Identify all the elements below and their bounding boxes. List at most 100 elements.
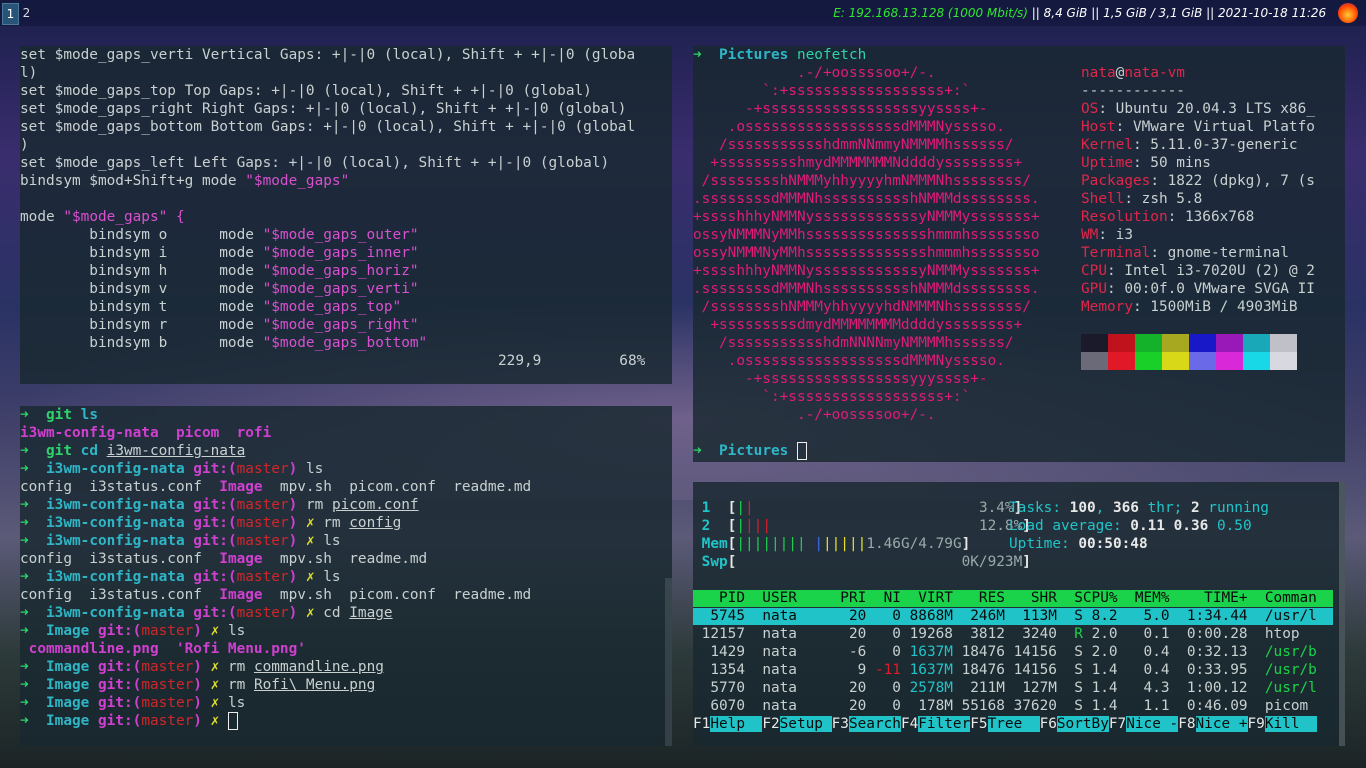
output-text: rm — [219, 659, 254, 675]
process-cell: 0:46.09 — [1178, 698, 1257, 714]
sep — [1208, 518, 1217, 534]
process-cell: 3812 — [961, 626, 1014, 642]
load-1: 0.11 — [1130, 518, 1165, 534]
vim-text: ) — [20, 137, 29, 153]
fkey-f5[interactable]: F5 — [970, 716, 987, 732]
shell-line: i3wm-config-nata picom rofi — [20, 424, 271, 442]
process-cell: 19268 — [909, 626, 962, 642]
process-cell: 5745 — [693, 608, 754, 624]
info-key: WM — [1081, 227, 1099, 243]
process-cell: /usr/b — [1256, 662, 1317, 678]
fkey-f7[interactable]: F7 — [1109, 716, 1126, 732]
neofetch-terminal[interactable]: ➜ Pictures neofetch .-/+oossssoo+/-. `:+… — [693, 46, 1345, 462]
fkey-label[interactable]: Setup — [779, 716, 832, 732]
process-cell: 2578M — [909, 680, 962, 696]
shell-line: ➜ git cd i3wm-config-nata — [20, 442, 245, 460]
ubuntu-logo-line: .ssssssssdMMMNhsssssssssshNMMMdssssssss. — [693, 281, 1040, 297]
fkey-f1[interactable]: F1 — [693, 716, 710, 732]
prompt-dir: Image — [46, 695, 98, 711]
process-cell: nata — [753, 644, 832, 660]
output-text: ls — [219, 623, 246, 639]
process-cell: S — [1065, 644, 1083, 660]
info-value: : i3 — [1098, 227, 1133, 243]
info-line: Resolution: 1366x768 — [1081, 208, 1254, 226]
fkey-f6[interactable]: F6 — [1040, 716, 1057, 732]
htop-terminal[interactable]: 1 [|| 3.4%] 2 [|||| 12.8%] Mem[|||||||| … — [693, 482, 1345, 746]
vim-line: l) — [20, 64, 37, 82]
shell-line: commandline.png 'Rofi Menu.png' — [20, 640, 306, 658]
output-text: mpv.sh picom.conf readme.md — [262, 587, 532, 603]
vim-text: bindsym r mode — [20, 317, 263, 333]
process-cell: 14156 — [1013, 644, 1066, 660]
workspace-2[interactable]: 2 — [19, 3, 34, 23]
process-row[interactable]: 1354 nata 9 -11 1637M 18476 14156 S 1.4 … — [693, 662, 1333, 679]
fkey-label[interactable]: Nice - — [1126, 716, 1179, 732]
sep: , — [1095, 500, 1113, 516]
process-cell: 1.4 — [1082, 680, 1127, 696]
meter-label: 2 — [693, 518, 728, 534]
color-swatch — [1216, 334, 1243, 352]
process-cell: picom — [1256, 698, 1317, 714]
process-cell: 20 — [831, 680, 875, 696]
prompt-git: git:( — [193, 515, 237, 531]
process-cell: 20 — [831, 608, 875, 624]
tasks-label: Tasks: — [1009, 500, 1070, 516]
meter-bracket: ] — [1022, 554, 1031, 570]
fkey-label[interactable]: Search — [848, 716, 901, 732]
neofetch-prompt-2: ➜ Pictures — [693, 442, 807, 460]
shell-line: config i3status.conf Image mpv.sh picom.… — [20, 478, 531, 496]
process-row[interactable]: 6070 nata 20 0 178M 55168 37620 S 1.4 1.… — [693, 698, 1333, 715]
fkey-label[interactable]: Filter — [918, 716, 971, 732]
shell-line: ➜ i3wm-config-nata git:(master) ✗ rm con… — [20, 514, 401, 532]
color-swatch — [1243, 334, 1270, 352]
fkey-f8[interactable]: F8 — [1178, 716, 1195, 732]
fkey-label[interactable]: SortBy — [1056, 716, 1109, 732]
vim-text: set $mode_gaps_left Left Gaps: +|-|0 (lo… — [20, 155, 610, 171]
fkey-f3[interactable]: F3 — [832, 716, 849, 732]
process-cell: 1.4 — [1082, 698, 1127, 714]
fkey-f9[interactable]: F9 — [1248, 716, 1265, 732]
meter-bar: | — [736, 518, 745, 534]
info-line: CPU: Intel i3-7020U (2) @ 2 — [1081, 262, 1315, 280]
process-cell: 1.4 — [1082, 662, 1127, 678]
prompt-dir: i3wm-config-nata — [46, 605, 194, 621]
process-row[interactable]: 1429 nata -6 0 1637M 18476 14156 S 2.0 0… — [693, 644, 1333, 661]
vim-line: set $mode_gaps_verti Vertical Gaps: +|-|… — [20, 46, 635, 64]
color-swatch — [1243, 352, 1270, 370]
shell-terminal[interactable]: ➜ git ls i3wm-config-nata picom rofi ➜ git… — [20, 406, 672, 746]
fkey-label[interactable]: Tree — [987, 716, 1040, 732]
process-row[interactable]: 5745 nata 20 0 8868M 246M 113M S 8.2 5.0… — [693, 608, 1333, 625]
process-cell: 1637M — [909, 662, 962, 678]
prompt-dir: i3wm-config-nata — [46, 461, 194, 477]
fkey-label[interactable]: Kill — [1264, 716, 1317, 732]
htop-scrollbar[interactable] — [1339, 482, 1345, 746]
prompt-git: ) — [288, 515, 298, 531]
process-cell: nata — [753, 698, 832, 714]
prompt-git: Image — [219, 587, 263, 603]
process-cell: 18476 — [961, 662, 1014, 678]
firefox-tray-icon[interactable] — [1338, 3, 1358, 23]
process-row[interactable]: 12157 nata 20 0 19268 3812 3240 R 2.0 0.… — [693, 626, 1333, 643]
fkey-label[interactable]: Nice + — [1195, 716, 1248, 732]
terminal-scrollbar[interactable] — [665, 578, 672, 746]
workspace-1[interactable]: 1 — [2, 3, 19, 25]
fkey-f4[interactable]: F4 — [901, 716, 918, 732]
prompt-arrow: ➜ — [20, 569, 46, 585]
vim-line: set $mode_gaps_bottom Bottom Gaps: +|-|0… — [20, 118, 635, 136]
vim-text: bindsym o mode — [20, 227, 263, 243]
prompt-arrow: ➜ — [20, 713, 46, 729]
fkey-f2[interactable]: F2 — [762, 716, 779, 732]
process-cell: S — [1065, 680, 1083, 696]
process-row[interactable]: 5770 nata 20 0 2578M 211M 127M S 1.4 4.3… — [693, 680, 1333, 697]
shell-line: config i3status.conf Image mpv.sh picom.… — [20, 586, 531, 604]
color-swatch — [1162, 334, 1189, 352]
process-cell: nata — [753, 680, 832, 696]
info-key: Terminal — [1081, 245, 1151, 261]
prompt-git: git:( — [193, 497, 237, 513]
color-swatch — [1135, 352, 1162, 370]
process-cell: 1637M — [909, 644, 962, 660]
vim-terminal[interactable]: set $mode_gaps_verti Vertical Gaps: +|-|… — [20, 46, 672, 384]
prompt-git: git:( — [193, 461, 237, 477]
prompt-dir: Pictures — [719, 443, 789, 459]
fkey-label[interactable]: Help — [710, 716, 763, 732]
